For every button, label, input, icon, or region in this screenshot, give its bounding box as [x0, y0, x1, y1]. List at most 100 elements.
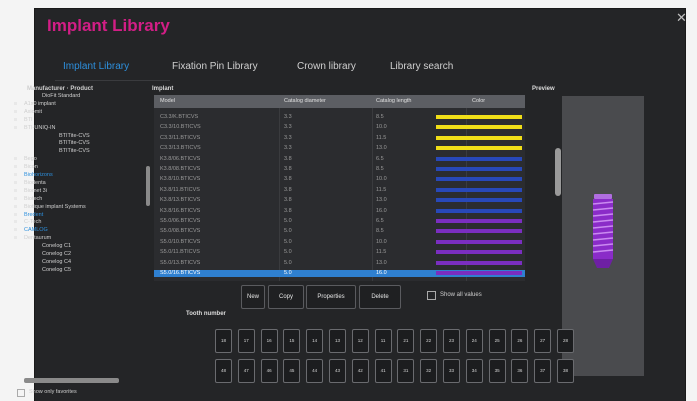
- table-row[interactable]: C3.3/13.BTICVS 3.3 13.0: [154, 145, 525, 152]
- tooth-button[interactable]: 14: [306, 329, 324, 353]
- tree-horizontal-scrollbar[interactable]: [24, 378, 119, 383]
- tooth-button[interactable]: 18: [215, 329, 232, 353]
- tree-item[interactable]: BTI-UNIQ-IN: [14, 125, 55, 132]
- column-header-color[interactable]: Color: [472, 98, 485, 104]
- column-header-length[interactable]: Catalog length: [376, 98, 411, 104]
- show-only-favorites-checkbox[interactable]: [17, 389, 25, 397]
- tree-item[interactable]: BTITite-CVS: [59, 140, 90, 147]
- tooth-button[interactable]: 24: [465, 329, 483, 353]
- tree-item[interactable]: Bego: [14, 156, 37, 163]
- tooth-button[interactable]: 16: [260, 329, 278, 353]
- tree-item[interactable]: BTITite-CVS: [59, 148, 90, 155]
- expand-bullet-icon[interactable]: [14, 101, 17, 105]
- tree-item[interactable]: Conelog C4: [42, 259, 71, 266]
- expand-bullet-icon[interactable]: [14, 125, 17, 129]
- delete-button[interactable]: Delete: [359, 285, 401, 309]
- tree-item[interactable]: A1x0 implant: [14, 101, 56, 108]
- expand-bullet-icon[interactable]: [14, 165, 17, 169]
- table-row[interactable]: K3.8/08.BTICVS 3.8 8.5: [154, 166, 525, 173]
- table-row[interactable]: C3.3/11.BTICVS 3.3 11.5: [154, 135, 525, 142]
- tooth-button[interactable]: 42: [351, 359, 369, 383]
- column-header-diameter[interactable]: Catalog diameter: [284, 98, 326, 104]
- tooth-button[interactable]: 21: [397, 329, 415, 353]
- tree-item[interactable]: Bicon: [14, 164, 38, 171]
- expand-bullet-icon[interactable]: [14, 117, 17, 121]
- tooth-button[interactable]: 37: [534, 359, 552, 383]
- tooth-button[interactable]: 31: [397, 359, 415, 383]
- close-icon[interactable]: ✕: [676, 11, 689, 26]
- expand-bullet-icon[interactable]: [14, 188, 17, 192]
- tooth-button[interactable]: 17: [237, 329, 255, 353]
- table-row[interactable]: S5.0/10.BTICVS 5.0 10.0: [154, 239, 525, 246]
- tooth-button[interactable]: 22: [420, 329, 438, 353]
- expand-bullet-icon[interactable]: [14, 212, 17, 216]
- expand-bullet-icon[interactable]: [14, 196, 17, 200]
- tooth-button[interactable]: 25: [488, 329, 506, 353]
- expand-bullet-icon[interactable]: [14, 228, 17, 232]
- tab-implant-library[interactable]: Implant Library: [63, 61, 129, 72]
- new-button[interactable]: New: [241, 285, 265, 309]
- tree-item[interactable]: Conelog C2: [42, 251, 71, 258]
- tree-item[interactable]: CAMLOG: [14, 227, 48, 234]
- expand-bullet-icon[interactable]: [14, 204, 17, 208]
- tooth-button[interactable]: 11: [374, 329, 392, 353]
- tree-item[interactable]: C-Tech: [14, 219, 41, 226]
- table-row[interactable]: S5.0/08.BTICVS 5.0 8.5: [154, 228, 525, 235]
- table-row[interactable]: K3.8/10.BTICVS 3.8 10.0: [154, 176, 525, 183]
- tooth-button[interactable]: 12: [351, 329, 369, 353]
- tree-item[interactable]: BTI: [14, 117, 33, 124]
- expand-bullet-icon[interactable]: [14, 109, 17, 113]
- tooth-button[interactable]: 44: [306, 359, 324, 383]
- tree-item[interactable]: Biomet 3i: [14, 188, 47, 195]
- tooth-button[interactable]: 36: [511, 359, 529, 383]
- tree-item[interactable]: BTITite-CVS: [59, 133, 90, 140]
- tree-item[interactable]: Bredent: [14, 212, 43, 219]
- expand-bullet-icon[interactable]: [14, 173, 17, 177]
- tree-item[interactable]: Conelog C1: [42, 243, 71, 250]
- tooth-button[interactable]: 27: [534, 329, 552, 353]
- table-row[interactable]: C3.3/10.BTICVS 3.3 10.0: [154, 124, 525, 131]
- table-row[interactable]: K3.8/11.BTICVS 3.8 11.5: [154, 187, 525, 194]
- tooth-button[interactable]: 48: [215, 359, 232, 383]
- expand-bullet-icon[interactable]: [14, 180, 17, 184]
- tree-item[interactable]: Biotique implant Systems: [14, 204, 86, 211]
- table-row[interactable]: K3.8/13.BTICVS 3.8 13.0: [154, 197, 525, 204]
- table-row[interactable]: S5.0/13.BTICVS 5.0 13.0: [154, 260, 525, 267]
- tooth-button[interactable]: 13: [329, 329, 346, 353]
- tooth-button[interactable]: 41: [374, 359, 392, 383]
- expand-bullet-icon[interactable]: [14, 157, 17, 161]
- table-row[interactable]: C3.3/K.BTICVS 3.3 8.5: [154, 114, 525, 121]
- tree-item[interactable]: Conelog C5: [42, 267, 71, 274]
- tree-item[interactable]: DioFit Standard: [42, 93, 80, 100]
- expand-bullet-icon[interactable]: [14, 236, 17, 240]
- tab-library-search[interactable]: Library search: [390, 61, 453, 72]
- tree-item[interactable]: Axiomit: [14, 109, 42, 116]
- table-row[interactable]: S5.0/11.BTICVS 5.0 11.5: [154, 249, 525, 256]
- tree-item[interactable]: Biodenta: [14, 180, 46, 187]
- tab-fixation-pin-library[interactable]: Fixation Pin Library: [172, 61, 258, 72]
- tooth-button[interactable]: 23: [443, 329, 460, 353]
- tooth-button[interactable]: 47: [237, 359, 255, 383]
- table-row[interactable]: K3.8/06.BTICVS 3.8 6.5: [154, 156, 525, 163]
- tooth-button[interactable]: 15: [283, 329, 301, 353]
- show-all-values-checkbox[interactable]: [427, 291, 436, 300]
- table-row[interactable]: S5.0/06.BTICVS 5.0 6.5: [154, 218, 525, 225]
- tree-item[interactable]: Biotech: [14, 196, 42, 203]
- tree-item[interactable]: Biohorizons: [14, 172, 53, 179]
- tooth-button[interactable]: 32: [420, 359, 438, 383]
- tab-crown-library[interactable]: Crown library: [297, 61, 356, 72]
- tree-vertical-scrollbar[interactable]: [146, 166, 150, 206]
- expand-bullet-icon[interactable]: [14, 220, 17, 224]
- table-row[interactable]: S5.0/16.BTICVS 5.0 16.0: [154, 270, 525, 277]
- tooth-button[interactable]: 28: [557, 329, 574, 353]
- properties-button[interactable]: Properties: [306, 285, 356, 309]
- column-header-model[interactable]: Model: [160, 98, 175, 104]
- tooth-button[interactable]: 45: [283, 359, 301, 383]
- tree-item[interactable]: Dentaurum: [14, 235, 51, 242]
- tooth-button[interactable]: 34: [465, 359, 483, 383]
- tooth-button[interactable]: 43: [329, 359, 346, 383]
- table-vertical-scrollbar[interactable]: [555, 148, 561, 196]
- tooth-button[interactable]: 38: [557, 359, 574, 383]
- table-row[interactable]: K3.8/16.BTICVS 3.8 16.0: [154, 208, 525, 215]
- tooth-button[interactable]: 46: [260, 359, 278, 383]
